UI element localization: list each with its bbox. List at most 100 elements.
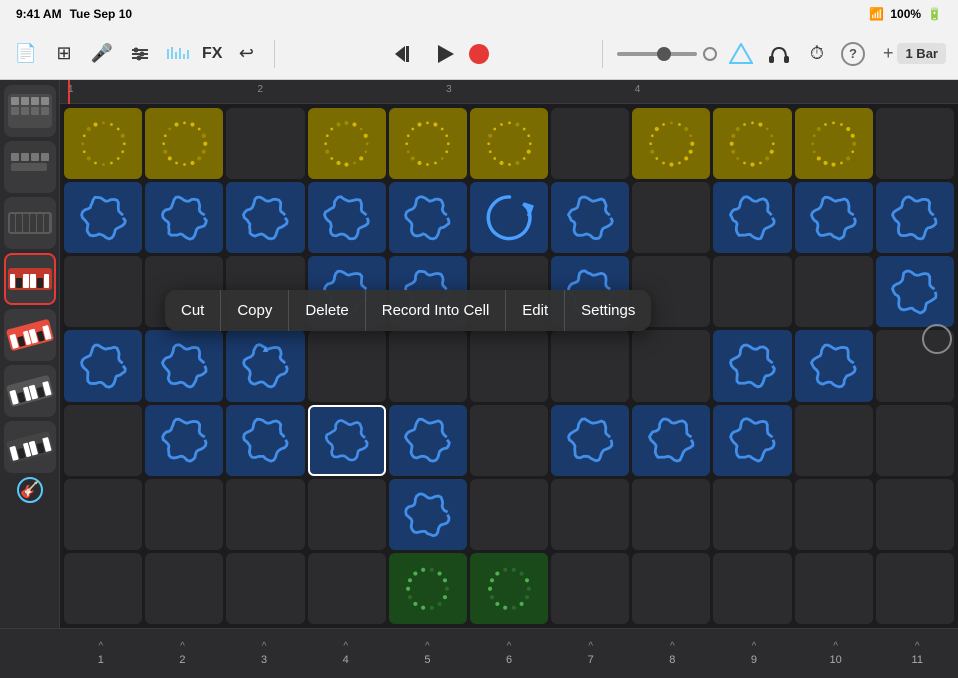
cell-6-6[interactable] [551, 553, 629, 624]
cell-6-9[interactable] [795, 553, 873, 624]
cell-5-3[interactable] [308, 479, 386, 550]
sidebar-item-keyboard4[interactable] [4, 421, 56, 473]
volume-knob[interactable] [703, 47, 717, 61]
track-view-icon[interactable]: ⊞ [50, 40, 78, 68]
cell-0-9[interactable] [795, 108, 873, 179]
cell-4-9[interactable] [795, 405, 873, 476]
sidebar-item-drum1[interactable] [4, 85, 56, 137]
cell-1-1[interactable] [145, 182, 223, 253]
col-number-3[interactable]: ^ 3 [223, 641, 305, 666]
cell-5-2[interactable] [226, 479, 304, 550]
cell-6-2[interactable] [226, 553, 304, 624]
cell-2-9[interactable] [795, 256, 873, 327]
col-number-2[interactable]: ^ 2 [142, 641, 224, 666]
col-number-5[interactable]: ^ 5 [387, 641, 469, 666]
cell-4-2[interactable] [226, 405, 304, 476]
volume-slider[interactable] [617, 52, 697, 56]
context-menu-settings[interactable]: Settings [565, 290, 651, 331]
home-button[interactable] [922, 324, 952, 354]
cell-1-9[interactable] [795, 182, 873, 253]
cell-0-4[interactable] [389, 108, 467, 179]
cell-1-4[interactable] [389, 182, 467, 253]
cell-1-6[interactable] [551, 182, 629, 253]
eq-icon[interactable] [164, 40, 192, 68]
undo-icon[interactable]: ↩ [232, 40, 260, 68]
cell-2-0[interactable] [64, 256, 142, 327]
cell-5-8[interactable] [713, 479, 791, 550]
mixer-icon[interactable] [126, 40, 154, 68]
cell-4-8[interactable] [713, 405, 791, 476]
cell-3-0[interactable] [64, 330, 142, 401]
fx-button[interactable]: FX [202, 45, 222, 63]
col-number-4[interactable]: ^ 4 [305, 641, 387, 666]
cell-3-1[interactable] [145, 330, 223, 401]
col-number-7[interactable]: ^ 7 [550, 641, 632, 666]
cell-4-10[interactable] [876, 405, 954, 476]
cell-3-5[interactable] [470, 330, 548, 401]
cell-1-7[interactable] [632, 182, 710, 253]
loop-icon[interactable] [727, 40, 755, 68]
col-number-8[interactable]: ^ 8 [631, 641, 713, 666]
cell-0-10[interactable] [876, 108, 954, 179]
cell-1-5[interactable] [470, 182, 548, 253]
cell-6-4[interactable] [389, 553, 467, 624]
cell-3-9[interactable] [795, 330, 873, 401]
sidebar-item-keyboard2[interactable] [4, 309, 56, 361]
cell-4-6[interactable] [551, 405, 629, 476]
cell-5-7[interactable] [632, 479, 710, 550]
context-menu-edit[interactable]: Edit [506, 290, 565, 331]
cell-4-7[interactable] [632, 405, 710, 476]
cell-5-0[interactable] [64, 479, 142, 550]
cell-2-10[interactable] [876, 256, 954, 327]
cell-6-8[interactable] [713, 553, 791, 624]
cell-0-0[interactable] [64, 108, 142, 179]
cell-5-10[interactable] [876, 479, 954, 550]
cell-1-10[interactable] [876, 182, 954, 253]
cell-5-9[interactable] [795, 479, 873, 550]
microphone-icon[interactable]: 🎤 [88, 40, 116, 68]
cell-6-10[interactable] [876, 553, 954, 624]
sidebar-add-instrument[interactable]: 🎸 [4, 476, 56, 504]
play-button[interactable] [429, 38, 461, 70]
cell-0-8[interactable] [713, 108, 791, 179]
record-button[interactable] [469, 44, 489, 64]
cell-5-1[interactable] [145, 479, 223, 550]
new-track-icon[interactable]: 📄 [12, 40, 40, 68]
col-number-11[interactable]: ^ 11 [876, 641, 958, 666]
context-menu-copy[interactable]: Copy [221, 290, 289, 331]
context-menu-cut[interactable]: Cut [165, 290, 221, 331]
cell-1-3[interactable] [308, 182, 386, 253]
sidebar-item-keyboard-red[interactable] [4, 253, 56, 305]
cell-6-1[interactable] [145, 553, 223, 624]
cell-5-5[interactable] [470, 479, 548, 550]
cell-0-7[interactable] [632, 108, 710, 179]
cell-6-3[interactable] [308, 553, 386, 624]
cell-4-4[interactable] [389, 405, 467, 476]
cell-1-8[interactable] [713, 182, 791, 253]
col-number-1[interactable]: ^ 1 [60, 641, 142, 666]
headphones-icon[interactable] [765, 40, 793, 68]
sidebar-item-drum2[interactable] [4, 141, 56, 193]
cell-4-1[interactable] [145, 405, 223, 476]
cell-0-3[interactable] [308, 108, 386, 179]
help-icon[interactable]: ? [841, 42, 865, 66]
cell-5-6[interactable] [551, 479, 629, 550]
cell-4-0[interactable] [64, 405, 142, 476]
cell-3-7[interactable] [632, 330, 710, 401]
cell-3-2[interactable] [226, 330, 304, 401]
sidebar-item-synth1[interactable] [4, 197, 56, 249]
context-menu-record[interactable]: Record Into Cell [366, 290, 507, 331]
cell-4-3[interactable] [308, 405, 386, 476]
cell-2-8[interactable] [713, 256, 791, 327]
cell-0-1[interactable] [145, 108, 223, 179]
rewind-button[interactable] [389, 38, 421, 70]
cell-4-5[interactable] [470, 405, 548, 476]
cell-3-6[interactable] [551, 330, 629, 401]
metronome-icon[interactable]: ⏱ [803, 40, 831, 68]
col-number-9[interactable]: ^ 9 [713, 641, 795, 666]
sidebar-item-keyboard3[interactable] [4, 365, 56, 417]
cell-1-0[interactable] [64, 182, 142, 253]
cell-5-4[interactable] [389, 479, 467, 550]
cell-1-2[interactable] [226, 182, 304, 253]
cell-0-2[interactable] [226, 108, 304, 179]
